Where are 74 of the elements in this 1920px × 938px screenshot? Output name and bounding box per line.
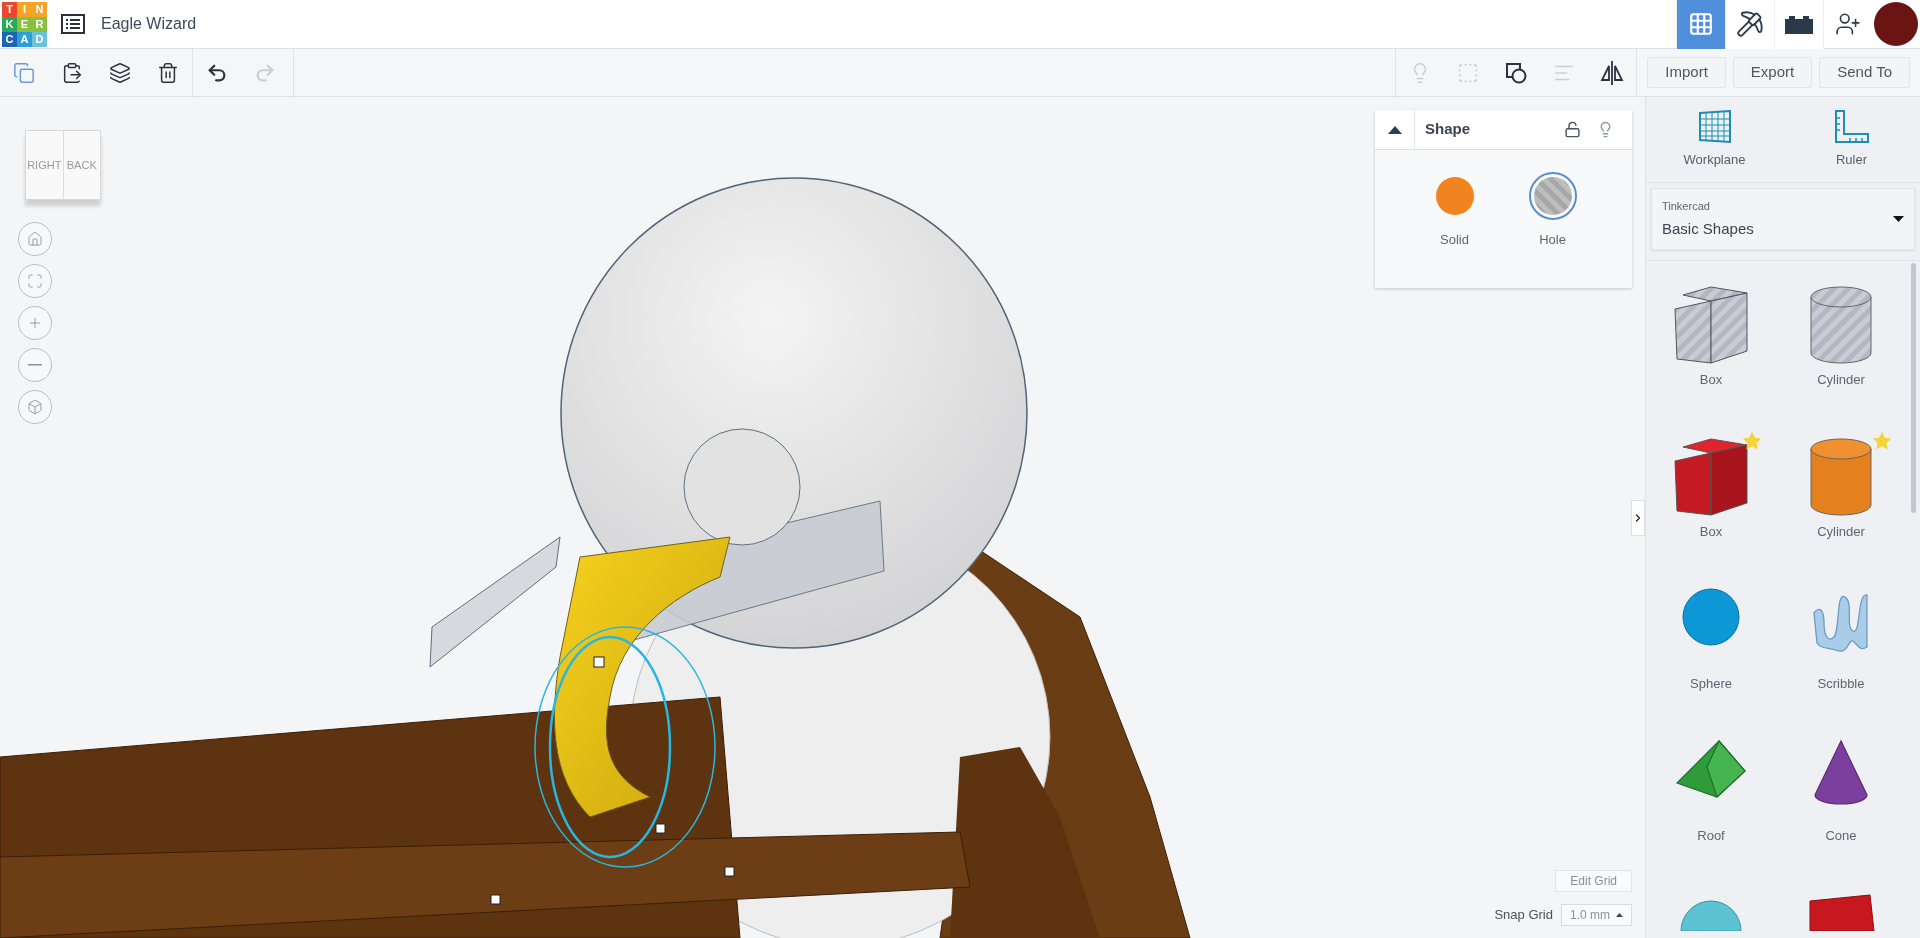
star-icon xyxy=(1742,431,1762,451)
shape-tile[interactable]: Cylinder xyxy=(1776,275,1906,403)
view-cube[interactable]: RIGHT BACK xyxy=(25,130,101,200)
box-icon xyxy=(1671,435,1751,519)
unlock-icon[interactable] xyxy=(1564,121,1581,138)
shape-type-option[interactable]: Solid xyxy=(1429,172,1480,250)
copy-icon xyxy=(13,61,35,84)
roof-icon xyxy=(1675,739,1747,799)
library-name: Basic Shapes xyxy=(1662,219,1754,239)
caret-up-icon xyxy=(1387,125,1402,134)
square-circle-icon xyxy=(1504,60,1529,85)
cube-face-label: BACK xyxy=(65,157,98,173)
cylinder-icon xyxy=(1808,435,1874,519)
avatar[interactable] xyxy=(1874,2,1918,46)
home-icon xyxy=(27,231,43,247)
toolbar-text-button[interactable]: Export xyxy=(1732,57,1813,88)
shape-name: Cylinder xyxy=(1817,523,1865,541)
logo-letter: T xyxy=(2,1,17,17)
panel-title: Shape xyxy=(1425,119,1471,140)
library-dropdown[interactable]: Tinkercad Basic Shapes xyxy=(1651,188,1915,250)
shape-tile[interactable]: Cylinder xyxy=(1776,427,1906,555)
cylinder-icon xyxy=(1808,283,1874,367)
shape-name: Box xyxy=(1699,371,1723,389)
add-user-icon xyxy=(1835,11,1861,37)
box-icon xyxy=(1671,283,1751,367)
shape-name: Roof xyxy=(1697,827,1725,845)
caret-down-icon xyxy=(1893,216,1904,222)
cone-icon xyxy=(1813,739,1869,807)
paste-icon xyxy=(61,61,83,84)
snap-grid-select[interactable]: 1.0 mm xyxy=(1561,904,1632,926)
cube-face-label: RIGHT xyxy=(26,131,64,199)
grid-plane-icon xyxy=(1697,109,1732,144)
list-icon[interactable] xyxy=(61,14,85,34)
ruler-icon xyxy=(1833,109,1870,144)
sphere-icon xyxy=(1681,587,1741,647)
pickaxe-icon xyxy=(1736,10,1764,38)
shape-name: Scribble xyxy=(1817,675,1865,693)
sidebar-tool-button[interactable]: Ruler xyxy=(1806,109,1897,170)
shape-tile[interactable]: Scribble xyxy=(1776,579,1906,707)
group-icon xyxy=(1457,61,1480,84)
shape-tile[interactable]: Roof xyxy=(1646,731,1776,859)
grid-icon xyxy=(1688,11,1714,37)
logo-letter: N xyxy=(32,1,47,17)
edit-grid-button[interactable]: Edit Grid xyxy=(1555,870,1632,892)
snap-grid-label: Snap Grid xyxy=(1494,906,1553,925)
shape-tile[interactable]: Box xyxy=(1646,427,1776,555)
sidebar-tool-button[interactable]: Workplane xyxy=(1669,109,1760,170)
view-mode-button[interactable] xyxy=(1774,0,1823,49)
expand-panel-tab[interactable] xyxy=(1631,500,1645,536)
view-mode-button[interactable] xyxy=(1725,0,1774,49)
shape-tile[interactable]: Cone xyxy=(1776,731,1906,859)
fit-view-icon xyxy=(27,273,43,289)
logo[interactable]: T I N K E R C A D xyxy=(2,1,47,47)
trash-icon xyxy=(157,61,179,84)
shape-type-option[interactable]: Hole xyxy=(1527,172,1578,250)
shape-name: Cone xyxy=(1825,827,1857,845)
caret-up-icon xyxy=(1616,913,1623,917)
shape-tile[interactable]: Sphere xyxy=(1646,579,1776,707)
shape-tile[interactable]: Box xyxy=(1646,275,1776,403)
toolbar-text-button[interactable]: Send To xyxy=(1819,57,1910,88)
library-source-label: Tinkercad xyxy=(1662,198,1710,214)
shape-name: Cylinder xyxy=(1817,371,1865,389)
shape-name: Sphere xyxy=(1690,675,1732,693)
scrollbar-thumb[interactable] xyxy=(1911,263,1916,513)
shape-name: Box xyxy=(1699,523,1723,541)
cube-icon xyxy=(27,399,43,415)
toolbar-text-button[interactable]: Import xyxy=(1647,57,1726,88)
brick-icon xyxy=(1784,13,1814,35)
mirror-icon xyxy=(1599,59,1626,86)
duplicate-icon xyxy=(109,61,131,84)
project-title[interactable]: Eagle Wizard xyxy=(101,12,197,36)
logo-letter: I xyxy=(17,1,32,17)
star-icon xyxy=(1872,431,1892,451)
zoom-in-icon xyxy=(27,315,43,331)
